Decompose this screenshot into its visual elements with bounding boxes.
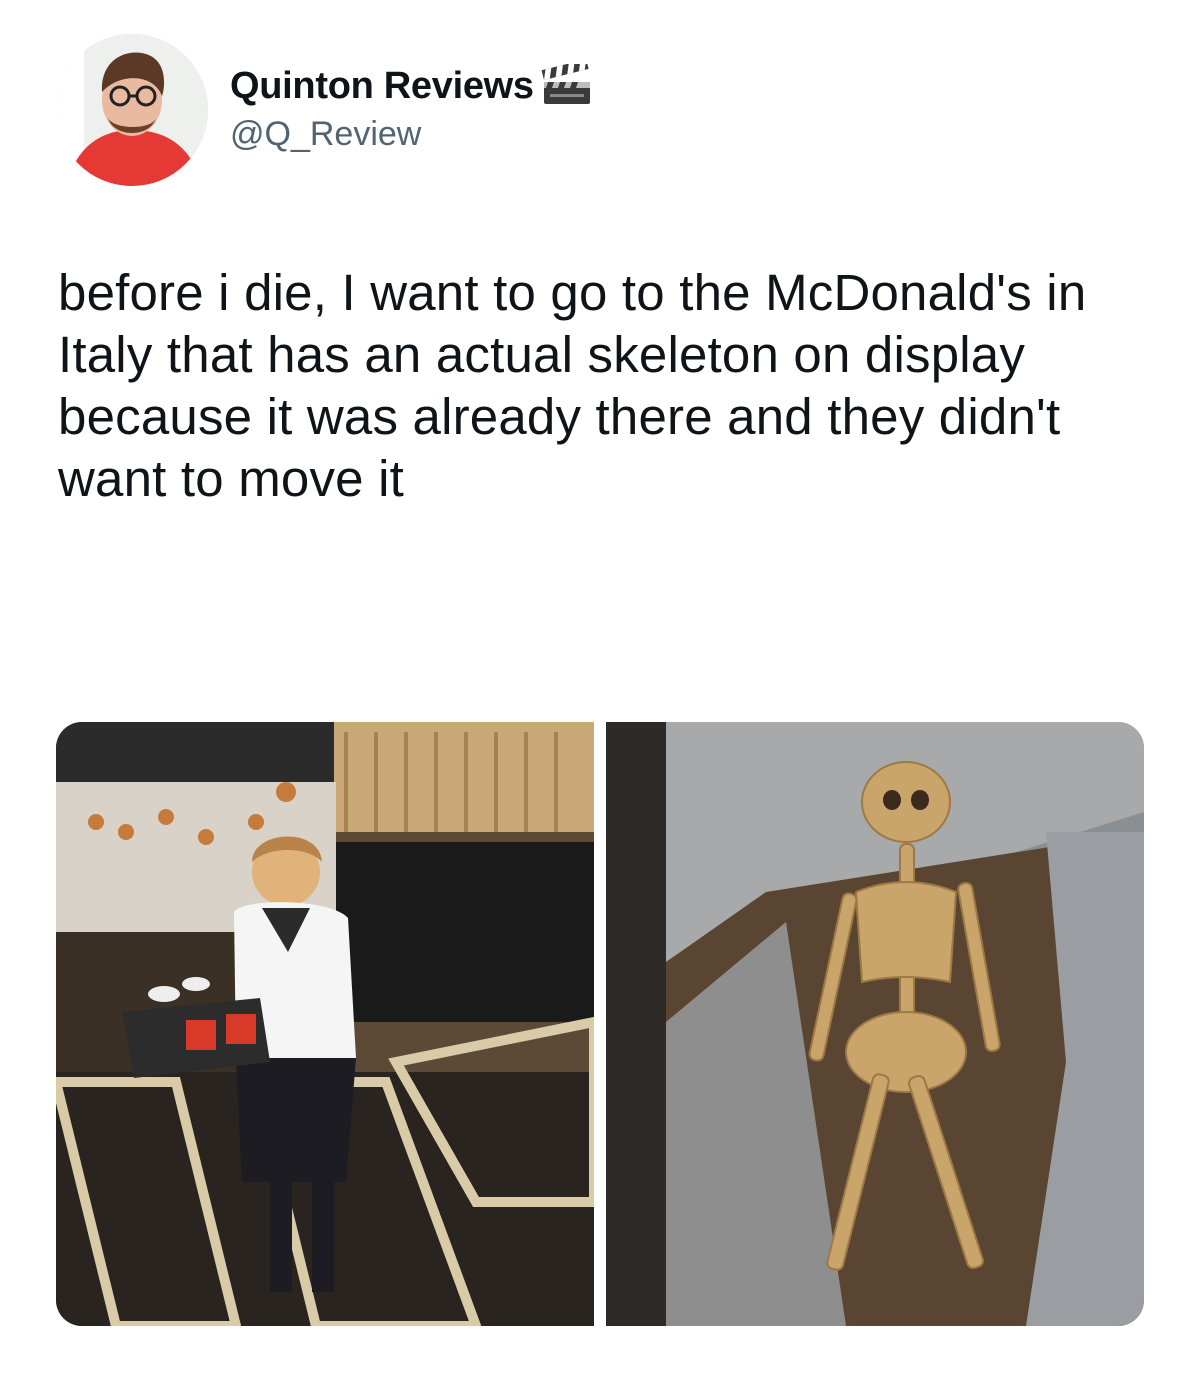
handle[interactable]: @Q_Review (230, 114, 596, 154)
mcdonalds-interior-image (56, 722, 594, 1326)
photo-skeleton-in-soil[interactable] (606, 722, 1144, 1326)
display-name-row: Quinton Reviews (230, 64, 596, 108)
photo-mcdonalds-interior[interactable] (56, 722, 594, 1326)
avatar[interactable] (56, 34, 208, 186)
clapper-board-icon (541, 64, 590, 104)
display-name[interactable]: Quinton Reviews (230, 64, 534, 108)
skeleton-image (606, 722, 1144, 1326)
author-names: Quinton Reviews @Q_Review (230, 64, 596, 154)
tweet-text: before i die, I want to go to the McDona… (58, 264, 1087, 507)
tweet-header: Quinton Reviews @Q_Review (56, 34, 596, 194)
avatar-image (56, 34, 208, 186)
